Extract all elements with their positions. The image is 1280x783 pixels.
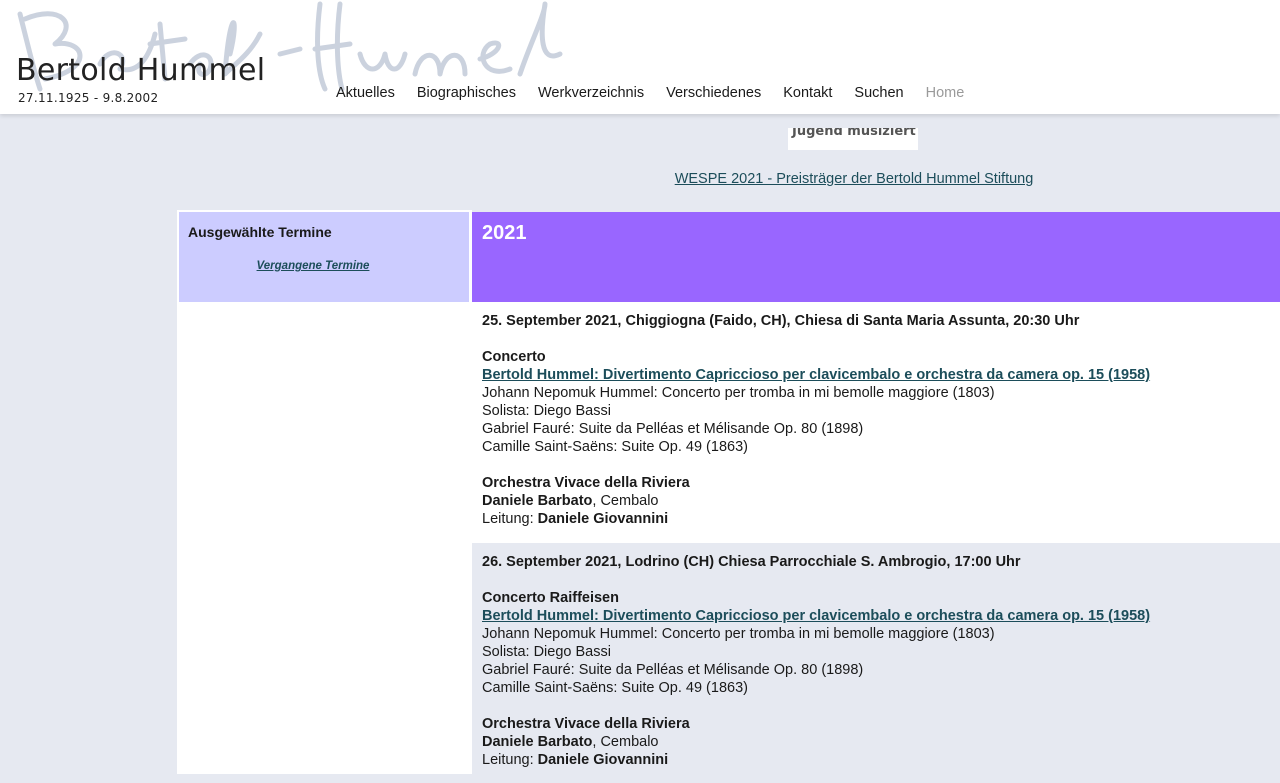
program-line: Solista: Diego Bassi (482, 644, 611, 660)
year-label: 2021 (482, 222, 527, 244)
nav-werkverzeichnis[interactable]: Werkverzeichnis (527, 84, 655, 102)
site-dates: 27.11.1925 - 9.8.2002 (18, 91, 159, 105)
year-header: 2021 (472, 212, 1280, 302)
program-line: Camille Saint-Saëns: Suite Op. 49 (1863) (482, 439, 748, 455)
nav-aktuelles[interactable]: Aktuelles (325, 84, 406, 102)
program-line: Gabriel Fauré: Suite da Pelléas et Mélis… (482, 421, 864, 437)
program-line: Johann Nepomuk Hummel: Concerto per trom… (482, 626, 995, 642)
event-title: Concerto (482, 349, 546, 365)
event-heading: 26. September 2021, Lodrino (CH) Chiesa … (482, 554, 1021, 570)
nav-biographisches[interactable]: Biographisches (406, 84, 527, 102)
ensemble-name: Orchestra Vivace della Riviera (482, 716, 690, 732)
program-line: Johann Nepomuk Hummel: Concerto per trom… (482, 385, 995, 401)
program-line: Solista: Diego Bassi (482, 403, 611, 419)
program-line: Camille Saint-Saëns: Suite Op. 49 (1863) (482, 680, 748, 696)
termine-box: Ausgewählte Termine Vergangene Termine (179, 212, 469, 302)
events-content: 2021 25. September 2021, Chiggiogna (Fai… (472, 212, 1280, 783)
event-item: 26. September 2021, Lodrino (CH) Chiesa … (472, 543, 1280, 783)
past-events-row: Vergangene Termine (179, 260, 447, 272)
termine-title: Ausgewählte Termine (188, 224, 332, 240)
soloist-line: Daniele Barbato, Cembalo (482, 734, 659, 750)
nav-kontakt[interactable]: Kontakt (772, 84, 843, 102)
wespe-link-row: WESPE 2021 - Preisträger der Bertold Hum… (0, 171, 1280, 187)
conductor-line: Leitung: Daniele Giovannini (482, 511, 669, 527)
program-line: Gabriel Fauré: Suite da Pelléas et Mélis… (482, 662, 864, 678)
event-title: Concerto Raiffeisen (482, 590, 619, 606)
work-link[interactable]: Bertold Hummel: Divertimento Capriccioso… (482, 608, 1150, 624)
ensemble-name: Orchestra Vivace della Riviera (482, 475, 690, 491)
nav-home[interactable]: Home (915, 84, 976, 102)
site-header: Bertold Hummel 27.11.1925 - 9.8.2002 Akt… (0, 0, 1280, 114)
wespe-link[interactable]: WESPE 2021 - Preisträger der Bertold Hum… (675, 171, 1034, 187)
nav-suchen[interactable]: Suchen (843, 84, 914, 102)
nav-verschiedenes[interactable]: Verschiedenes (655, 84, 772, 102)
event-heading: 25. September 2021, Chiggiogna (Faido, C… (482, 313, 1080, 329)
left-panel: Ausgewählte Termine Vergangene Termine (177, 210, 472, 774)
main-nav: Aktuelles Biographisches Werkverzeichnis… (325, 84, 975, 102)
jugend-musiziert-banner[interactable]: Jugend musiziert (788, 128, 918, 150)
soloist-line: Daniele Barbato, Cembalo (482, 493, 659, 509)
site-title: Bertold Hummel (16, 53, 266, 88)
conductor-line: Leitung: Daniele Giovannini (482, 752, 669, 768)
event-item: 25. September 2021, Chiggiogna (Faido, C… (472, 302, 1280, 538)
past-events-link[interactable]: Vergangene Termine (257, 260, 370, 272)
work-link[interactable]: Bertold Hummel: Divertimento Capriccioso… (482, 367, 1150, 383)
banner-text: Jugend musiziert (792, 128, 916, 139)
